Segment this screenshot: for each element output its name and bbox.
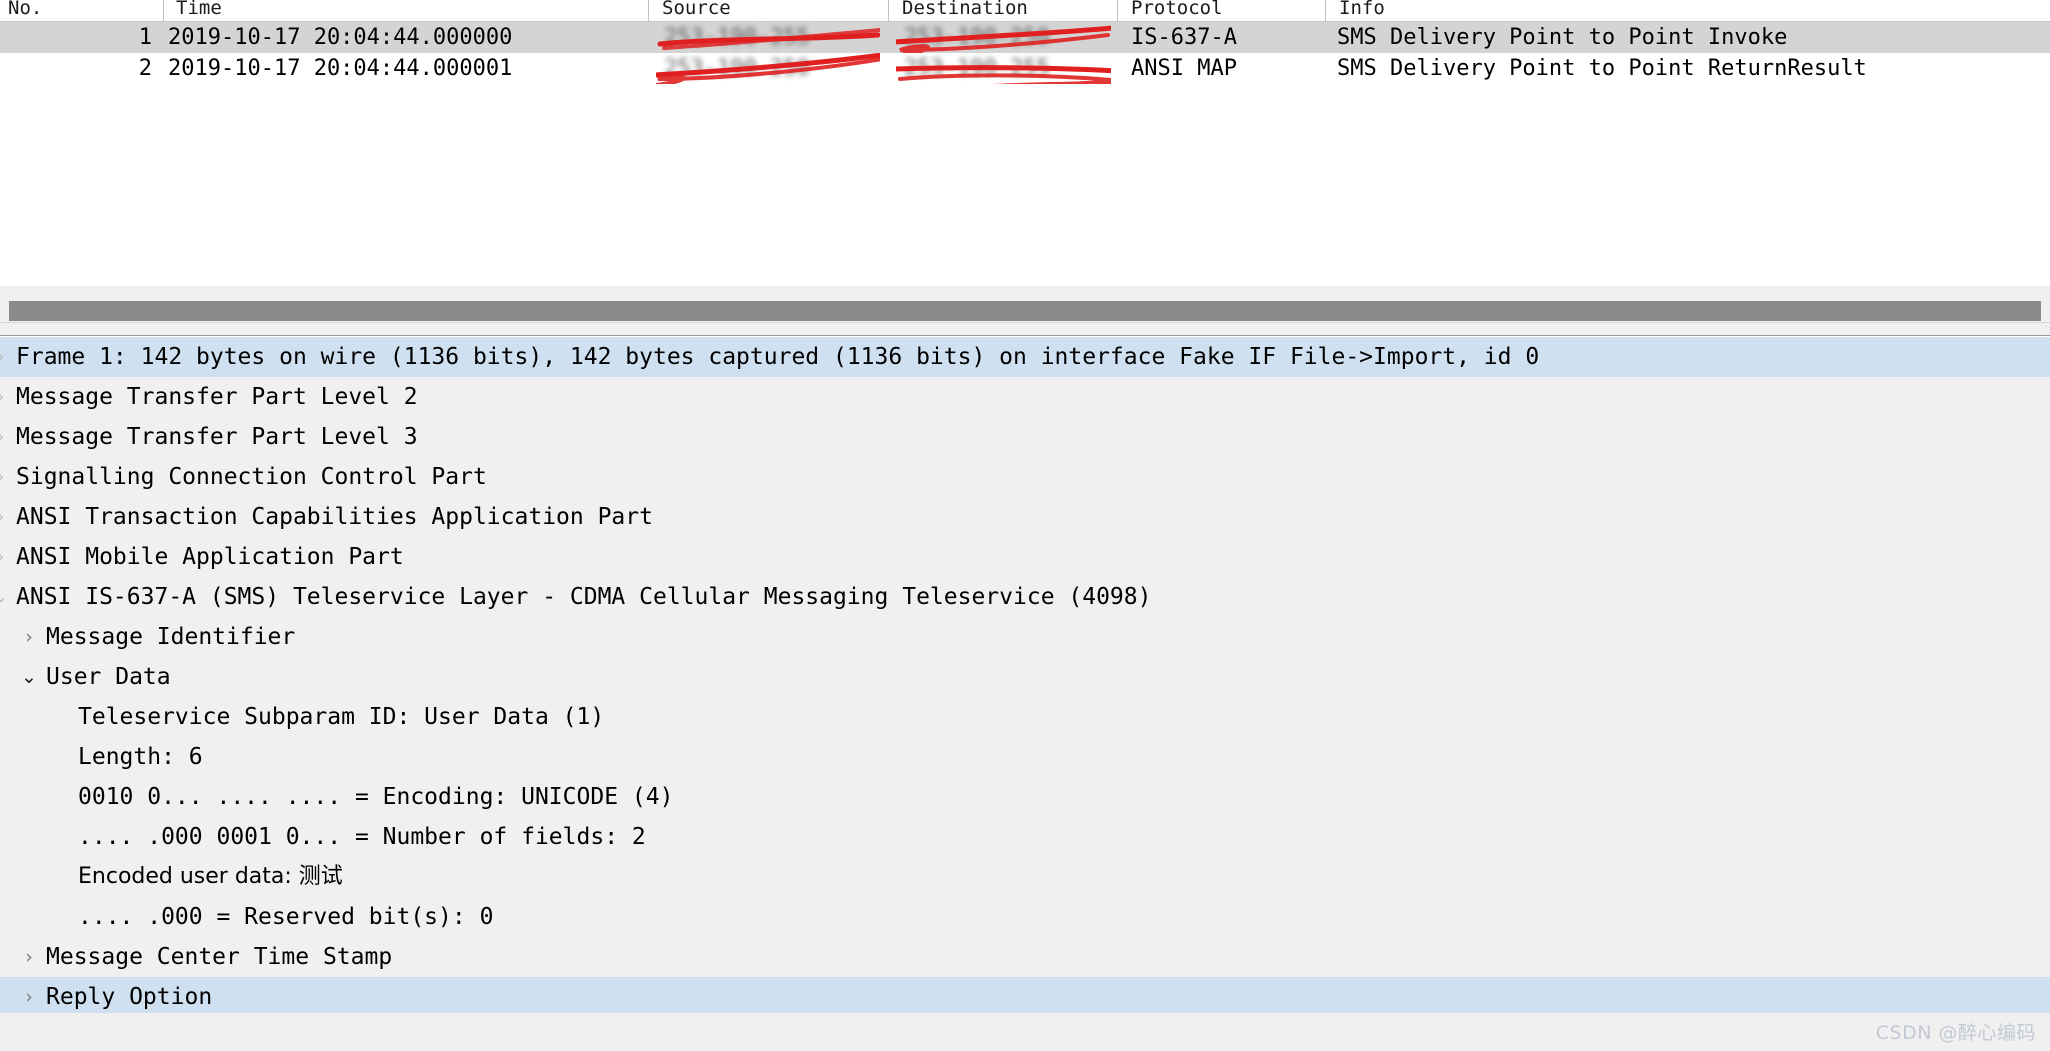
chevron-right-icon[interactable]: › xyxy=(0,457,8,497)
chevron-down-icon[interactable]: ⌄ xyxy=(0,577,8,617)
tree-label: Frame 1: 142 bytes on wire (1136 bits), … xyxy=(16,344,1540,370)
chevron-down-icon[interactable]: ⌄ xyxy=(16,657,42,697)
packet-protocol: ANSI MAP xyxy=(1131,56,1237,81)
tree-label: 0010 0... .... .... = Encoding: UNICODE … xyxy=(78,784,674,810)
column-divider-time[interactable] xyxy=(648,0,649,22)
packet-info: SMS Delivery Point to Point Invoke xyxy=(1337,25,1788,50)
column-divider-no[interactable] xyxy=(163,0,164,22)
footer-band xyxy=(0,1013,2050,1051)
redacted-destination: 253-190-255 xyxy=(896,53,1111,84)
packet-time: 2019-10-17 20:04:44.000001 xyxy=(168,56,513,81)
horizontal-scrollbar[interactable] xyxy=(0,300,2050,322)
tree-row-reserved-bits[interactable]: .... .000 = Reserved bit(s): 0 xyxy=(0,897,2050,937)
packet-number: 2 xyxy=(138,56,152,81)
chevron-right-icon[interactable]: › xyxy=(16,977,42,1013)
packet-source: 253-190-255 xyxy=(656,22,880,53)
column-header-destination[interactable]: Destination xyxy=(894,0,1114,21)
tree-label: Message Center Time Stamp xyxy=(46,944,393,970)
tree-label: Message Identifier xyxy=(46,624,296,650)
chevron-right-icon[interactable]: › xyxy=(0,417,8,457)
packet-list-rows: 1 2019-10-17 20:04:44.000000 253-190-255… xyxy=(0,22,2050,84)
tree-row-user-data[interactable]: ⌄ User Data xyxy=(0,657,2050,697)
column-divider-protocol[interactable] xyxy=(1325,0,1326,22)
tree-label: ANSI IS-637-A (SMS) Teleservice Layer - … xyxy=(16,584,1152,610)
tree-label: Message Transfer Part Level 3 xyxy=(16,424,418,450)
tree-label: Reply Option xyxy=(46,984,213,1010)
packet-time: 2019-10-17 20:04:44.000000 xyxy=(168,25,513,50)
tree-label: User Data xyxy=(46,664,171,690)
tree-label: .... .000 = Reserved bit(s): 0 xyxy=(78,904,494,930)
tree-label: Signalling Connection Control Part xyxy=(16,464,487,490)
packet-source: 253-190-250 xyxy=(656,53,880,84)
tree-row-encoded-user-data[interactable]: Encoded user data: 测试 xyxy=(0,857,2050,897)
tree-row-message-identifier[interactable]: › Message Identifier xyxy=(0,617,2050,657)
tree-row-mtp2[interactable]: › Message Transfer Part Level 2 xyxy=(0,377,2050,417)
column-header-time[interactable]: Time xyxy=(168,0,646,21)
column-header-info[interactable]: Info xyxy=(1331,0,2031,21)
chevron-right-icon[interactable]: › xyxy=(0,497,8,537)
packet-detail-pane[interactable]: › Frame 1: 142 bytes on wire (1136 bits)… xyxy=(0,337,2050,1013)
tree-row-ansi-map[interactable]: › ANSI Mobile Application Part xyxy=(0,537,2050,577)
redacted-destination: 253-190-250 xyxy=(896,22,1111,53)
chevron-right-icon[interactable]: › xyxy=(0,377,8,417)
tree-row-message-center-time-stamp[interactable]: › Message Center Time Stamp xyxy=(0,937,2050,977)
packet-list-header: No. Time Source Destination Protocol Inf… xyxy=(0,0,2050,22)
table-row[interactable]: 2 2019-10-17 20:04:44.000001 253-190-250… xyxy=(0,53,2050,84)
column-divider-destination[interactable] xyxy=(1117,0,1118,22)
packet-info: SMS Delivery Point to Point ReturnResult xyxy=(1337,56,1867,81)
packet-destination: 253-190-255 xyxy=(896,53,1111,84)
packet-destination: 253-190-250 xyxy=(896,22,1111,53)
tree-label: Length: 6 xyxy=(78,744,203,770)
wireshark-window: No. Time Source Destination Protocol Inf… xyxy=(0,0,2050,1051)
scrollbar-thumb[interactable] xyxy=(9,301,2041,321)
tree-row-reply-option[interactable]: › Reply Option xyxy=(0,977,2050,1013)
packet-protocol: IS-637-A xyxy=(1131,25,1237,50)
column-header-no[interactable]: No. xyxy=(0,0,160,21)
tree-label: Teleservice Subparam ID: User Data (1) xyxy=(78,704,605,730)
chevron-right-icon[interactable]: › xyxy=(16,937,42,977)
tree-label: ANSI Transaction Capabilities Applicatio… xyxy=(16,504,653,530)
tree-label: Encoded user data: 测试 xyxy=(78,864,343,889)
redacted-source: 253-190-250 xyxy=(656,53,880,84)
column-divider-source[interactable] xyxy=(888,0,889,22)
pane-splitter[interactable] xyxy=(0,322,2050,336)
tree-row-number-of-fields[interactable]: .... .000 0001 0... = Number of fields: … xyxy=(0,817,2050,857)
tree-row-tcap[interactable]: › ANSI Transaction Capabilities Applicat… xyxy=(0,497,2050,537)
tree-label: Message Transfer Part Level 2 xyxy=(16,384,418,410)
chevron-right-icon[interactable]: › xyxy=(16,617,42,657)
packet-number: 1 xyxy=(138,25,152,50)
tree-row-sccp[interactable]: › Signalling Connection Control Part xyxy=(0,457,2050,497)
redacted-source: 253-190-255 xyxy=(657,22,880,53)
packet-list-pane[interactable]: No. Time Source Destination Protocol Inf… xyxy=(0,0,2050,286)
tree-label: ANSI Mobile Application Part xyxy=(16,544,404,570)
watermark-text: CSDN @醉心编码 xyxy=(1875,1022,2036,1044)
chevron-right-icon[interactable]: › xyxy=(0,537,8,577)
chevron-right-icon[interactable]: › xyxy=(0,337,8,377)
column-header-protocol[interactable]: Protocol xyxy=(1123,0,1321,21)
tree-row-frame[interactable]: › Frame 1: 142 bytes on wire (1136 bits)… xyxy=(0,337,2050,377)
tree-row-is637a[interactable]: ⌄ ANSI IS-637-A (SMS) Teleservice Layer … xyxy=(0,577,2050,617)
table-row[interactable]: 1 2019-10-17 20:04:44.000000 253-190-255… xyxy=(0,22,2050,53)
tree-row-mtp3[interactable]: › Message Transfer Part Level 3 xyxy=(0,417,2050,457)
tree-row-teleservice-subparam-id[interactable]: Teleservice Subparam ID: User Data (1) xyxy=(0,697,2050,737)
tree-row-length[interactable]: Length: 6 xyxy=(0,737,2050,777)
tree-label: .... .000 0001 0... = Number of fields: … xyxy=(78,824,646,850)
pane-gap xyxy=(0,286,2050,300)
tree-row-encoding[interactable]: 0010 0... .... .... = Encoding: UNICODE … xyxy=(0,777,2050,817)
column-header-source[interactable]: Source xyxy=(654,0,886,21)
